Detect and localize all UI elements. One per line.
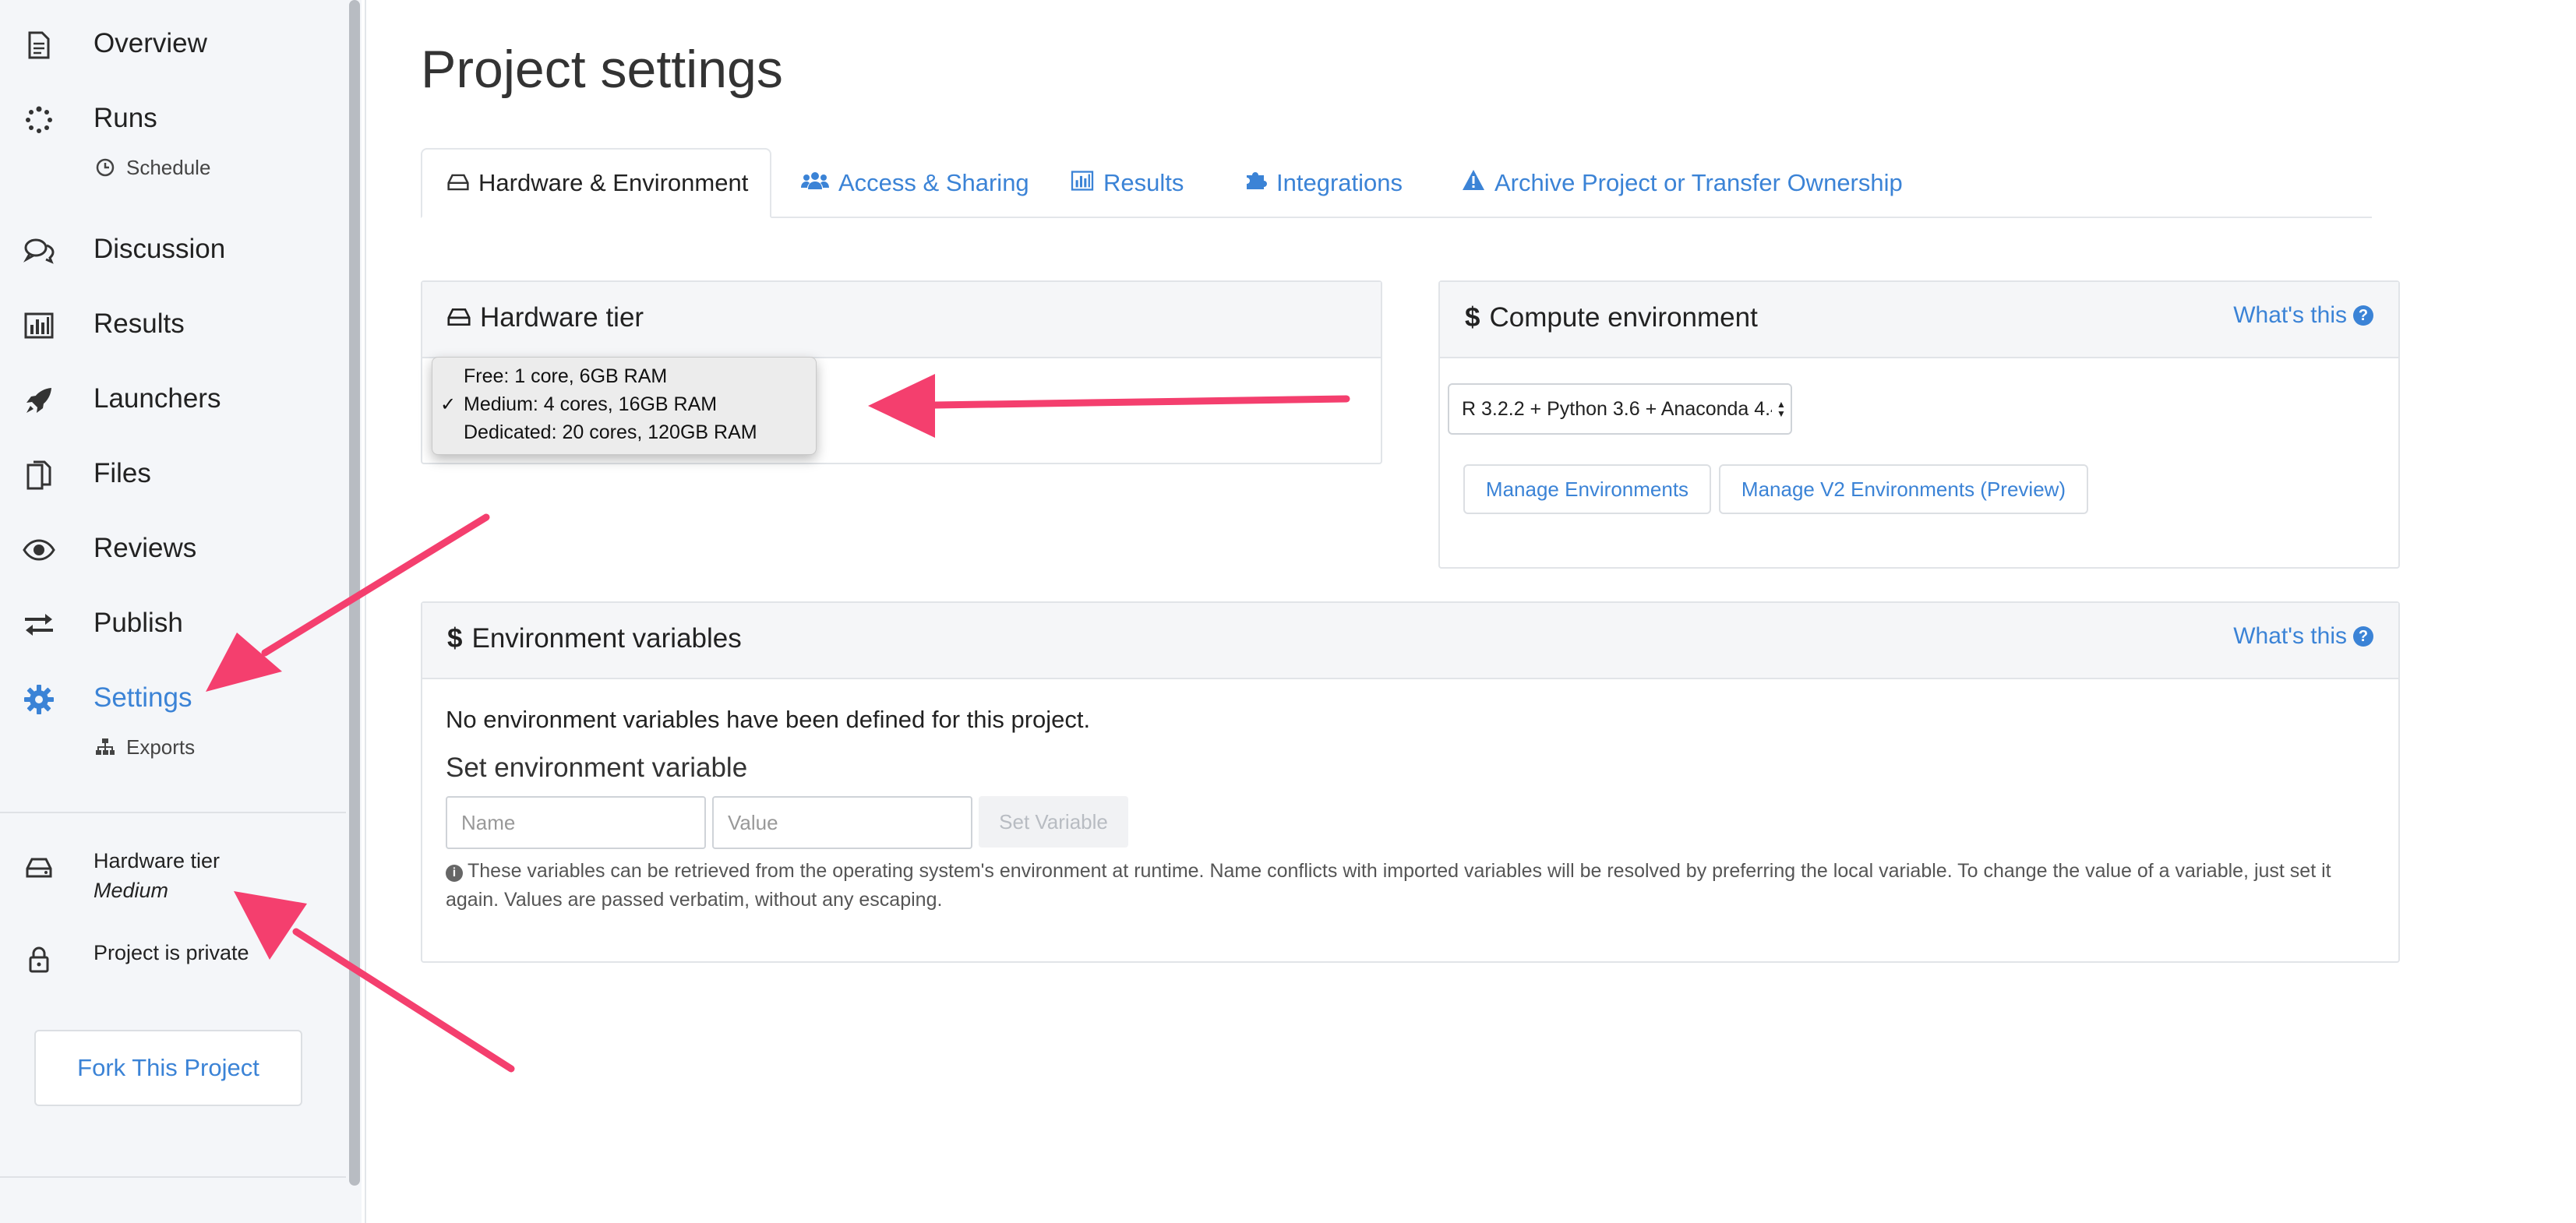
tab-label: Integrations	[1276, 169, 1403, 196]
env-empty-message: No environment variables have been defin…	[446, 706, 1091, 733]
puzzle-icon	[1245, 169, 1267, 197]
panel-header: Hardware tier	[422, 282, 1381, 358]
whats-this-label: What's this	[2233, 623, 2347, 649]
sidebar-item-label: Launchers	[94, 383, 221, 414]
sidebar-divider	[0, 1176, 346, 1178]
info-circle-icon: i	[446, 864, 463, 882]
gear-icon	[22, 682, 56, 717]
sidebar-item-overview[interactable]: Overview	[0, 17, 346, 64]
sidebar-divider	[0, 812, 346, 813]
env-value-input[interactable]	[712, 796, 972, 849]
select-arrows-icon: ▲ ▼	[1772, 385, 1791, 433]
tab-integrations[interactable]: Integrations	[1245, 148, 1403, 218]
hdd-icon	[23, 852, 55, 883]
spinner-icon	[22, 103, 56, 137]
sidebar-item-label: Files	[94, 458, 151, 488]
question-circle-icon: ?	[2353, 626, 2373, 647]
sidebar-item-label: Reviews	[94, 533, 197, 563]
question-circle-icon: ?	[2353, 305, 2373, 326]
manage-environments-button[interactable]: Manage Environments	[1463, 464, 1711, 514]
sidebar-item-label: Runs	[94, 103, 157, 133]
exchange-icon	[22, 608, 56, 642]
sidebar: Overview Runs Schedule Discussion Result…	[0, 0, 346, 1223]
tab-access-sharing[interactable]: Access & Sharing	[801, 148, 1029, 218]
sidebar-scrollbar-thumb[interactable]	[349, 0, 360, 1186]
hardware-tier-dropdown[interactable]: Free: 1 core, 6GB RAM ✓ Medium: 4 cores,…	[432, 357, 817, 455]
select-value: R 3.2.2 + Python 3.6 + Anaconda 4.4	[1462, 398, 1782, 420]
tab-label: Archive Project or Transfer Ownership	[1494, 169, 1903, 196]
panel-header: $ Environment variables What's this ?	[422, 603, 2398, 679]
clock-icon	[94, 156, 117, 179]
whats-this-link[interactable]: What's this ?	[2233, 623, 2373, 650]
panel-header: $ Compute environment What's this ?	[1440, 282, 2398, 358]
page-title: Project settings	[421, 40, 783, 99]
env-help-text: i These variables can be retrieved from t…	[446, 857, 2347, 915]
sidebar-item-label: Discussion	[94, 234, 226, 264]
rocket-icon	[22, 383, 56, 418]
panel-title-text: Hardware tier	[480, 302, 644, 333]
env-name-input[interactable]	[446, 796, 706, 849]
bar-chart-icon	[1071, 169, 1094, 197]
lock-icon	[23, 944, 55, 975]
sitemap-icon	[94, 735, 117, 759]
sidebar-item-label: Results	[94, 308, 185, 339]
panel-title: $ Compute environment	[1465, 302, 1758, 333]
sidebar-item-publish[interactable]: Publish	[0, 597, 346, 643]
panel-title-text: Environment variables	[471, 623, 742, 654]
tab-label: Access & Sharing	[838, 169, 1029, 196]
users-icon	[801, 169, 829, 197]
sidebar-item-launchers[interactable]: Launchers	[0, 372, 346, 419]
option-label: Dedicated: 20 cores, 120GB RAM	[464, 421, 757, 443]
files-icon	[22, 458, 56, 492]
eye-icon	[22, 533, 56, 567]
dropdown-option-dedicated[interactable]: Dedicated: 20 cores, 120GB RAM	[432, 418, 817, 446]
tab-results[interactable]: Results	[1071, 148, 1184, 218]
set-variable-button[interactable]: Set Variable	[979, 796, 1128, 848]
sidebar-item-label: Publish	[94, 608, 183, 638]
compute-environment-select[interactable]: R 3.2.2 + Python 3.6 + Anaconda 4.4 ▲ ▼	[1448, 383, 1792, 435]
hdd-icon	[447, 302, 471, 333]
hardware-tier-info: Hardware tier Medium	[0, 849, 346, 911]
warning-icon	[1462, 169, 1485, 197]
sidebar-item-discussion[interactable]: Discussion	[0, 223, 346, 270]
panel-title-text: Compute environment	[1489, 302, 1758, 333]
set-env-heading: Set environment variable	[446, 752, 748, 783]
sidebar-border	[365, 0, 366, 1223]
sidebar-item-files[interactable]: Files	[0, 447, 346, 494]
hardware-tier-value: Medium	[94, 879, 169, 902]
sidebar-item-reviews[interactable]: Reviews	[0, 522, 346, 569]
dollar-icon: $	[1465, 302, 1480, 333]
checkmark-icon: ✓	[440, 394, 457, 415]
chat-icon	[22, 234, 56, 268]
privacy-info: Project is private	[0, 941, 346, 975]
panel-title: $ Environment variables	[447, 623, 742, 654]
hardware-tier-label: Hardware tier	[94, 849, 221, 872]
tab-archive-transfer[interactable]: Archive Project or Transfer Ownership	[1462, 148, 1903, 218]
document-icon	[22, 28, 56, 62]
tab-hardware-environment[interactable]: Hardware & Environment	[421, 148, 771, 218]
panel-title: Hardware tier	[447, 302, 644, 333]
whats-this-link[interactable]: What's this ?	[2233, 302, 2373, 329]
tab-label: Hardware & Environment	[478, 169, 749, 196]
manage-v2-environments-button[interactable]: Manage V2 Environments (Preview)	[1719, 464, 2088, 514]
hdd-icon	[447, 169, 469, 197]
option-label: Medium: 4 cores, 16GB RAM	[464, 393, 718, 415]
sidebar-item-settings[interactable]: Settings	[0, 671, 346, 718]
fork-project-button[interactable]: Fork This Project	[34, 1030, 302, 1106]
dropdown-option-medium[interactable]: ✓ Medium: 4 cores, 16GB RAM	[432, 390, 817, 418]
privacy-label: Project is private	[94, 941, 249, 964]
sidebar-item-results[interactable]: Results	[0, 298, 346, 344]
sidebar-item-label: Settings	[94, 682, 192, 713]
option-label: Free: 1 core, 6GB RAM	[464, 365, 668, 387]
help-text-body: These variables can be retrieved from th…	[446, 860, 2331, 911]
dollar-icon: $	[447, 623, 463, 654]
tab-label: Results	[1103, 169, 1184, 196]
sidebar-item-label: Overview	[94, 28, 207, 58]
sidebar-subitem-label: Exports	[126, 735, 196, 759]
sidebar-item-runs[interactable]: Runs	[0, 92, 346, 139]
whats-this-label: What's this	[2233, 302, 2347, 328]
bar-chart-icon	[22, 308, 56, 343]
sidebar-subitem-label: Schedule	[126, 156, 211, 179]
dropdown-option-free[interactable]: Free: 1 core, 6GB RAM	[432, 362, 817, 390]
